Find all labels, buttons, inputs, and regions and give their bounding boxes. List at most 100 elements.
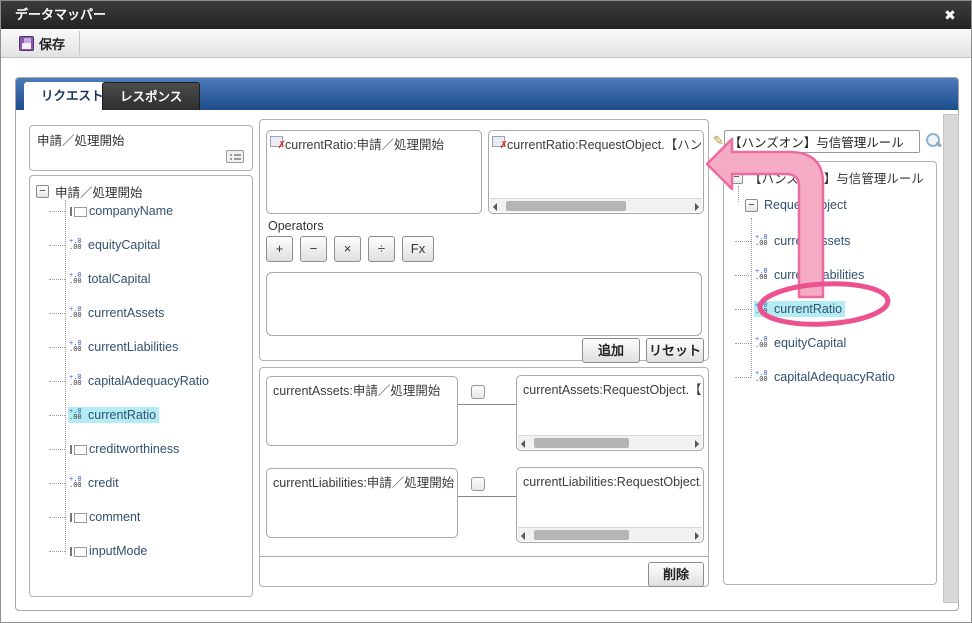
source-field-box[interactable]: 申請／処理開始 [29,125,253,171]
string-field-icon [69,206,87,217]
scrollbar-thumb[interactable] [506,201,626,211]
tree-item[interactable]: +.0.00 currentAssets [735,224,934,258]
mapping-source-text: currentAssets:申請／処理開始 [273,384,441,398]
close-icon[interactable]: ✖ [939,1,961,29]
tree-item[interactable]: +.0.00 currentRatio [49,398,250,432]
tree-branch-line [49,380,65,382]
delete-button[interactable]: 削除 [648,562,704,587]
number-field-icon: +.0.00 [755,267,768,282]
mapping-checkbox[interactable] [471,477,485,491]
tree-item[interactable]: +.0.00 currentLiabilities [49,330,250,364]
tree-item[interactable]: +.0.00 capitalAdequacyRatio [735,360,934,394]
operators-row: + − × ÷ Fx [266,236,434,262]
horizontal-scrollbar[interactable] [518,527,702,541]
tree-item[interactable]: +.0.00 currentRatio [735,292,934,326]
tree-item[interactable]: +.0.00 credit [49,466,250,500]
form-icon[interactable] [226,150,244,163]
tree-branch-line [49,244,65,246]
tree-item-label: credit [88,476,119,490]
formula-target-box[interactable]: ✗ currentRatio:RequestObject.【ハンズオ [488,130,704,214]
mapping-source-text: currentLiabilities:申請／処理開始 [273,476,455,490]
tree-branch-line [49,550,65,552]
tree-item-label: currentAssets [88,306,165,320]
pencil-icon[interactable]: ✎ [713,133,724,149]
tree-item[interactable]: creditworthiness [49,432,250,466]
operator-button[interactable]: + [266,236,293,262]
add-button[interactable]: 追加 [582,338,640,363]
tree-item-label: currentRatio [774,302,843,316]
scroll-left-arrow-icon[interactable] [521,440,525,448]
scroll-right-arrow-icon[interactable] [695,203,699,211]
request-object-node[interactable]: − RequestObject [745,198,847,212]
tree-branch-line [49,346,65,348]
tree-item[interactable]: +.0.00 capitalAdequacyRatio [49,364,250,398]
save-button[interactable]: 保存 [11,32,73,54]
save-button-label: 保存 [39,36,66,52]
tree-item[interactable]: companyName [49,194,250,228]
mapping-source-box[interactable]: currentLiabilities:申請／処理開始 [266,468,458,538]
tree-item-label: currentAssets [774,234,851,248]
tree-item[interactable]: +.0.00 currentLiabilities [735,258,934,292]
collapse-minus-icon[interactable]: − [36,185,49,198]
tree-item[interactable]: +.0.00 equityCapital [49,228,250,262]
tree-item[interactable]: +.0.00 totalCapital [49,262,250,296]
operators-label: Operators [268,219,324,233]
collapse-minus-icon[interactable]: − [745,198,758,212]
tree-item[interactable]: inputMode [49,534,250,568]
tree-item-label: currentLiabilities [774,268,865,282]
number-field-icon: +.0.00 [69,407,82,422]
mapping-source-box[interactable]: currentAssets:申請／処理開始 [266,376,458,446]
tree-item[interactable]: +.0.00 currentAssets [49,296,250,330]
mapping-target-box[interactable]: currentAssets:RequestObject.【ハン [516,375,704,451]
tree-branch-line [735,376,751,378]
number-field-icon: +.0.00 [755,335,768,350]
mapping-row: currentLiabilities:申請／処理開始 currentLiabil… [260,467,708,547]
string-field-icon [69,546,87,557]
scroll-gutter [943,114,959,603]
scroll-right-arrow-icon[interactable] [695,532,699,540]
tree-item-label: creditworthiness [89,442,180,456]
operator-button[interactable]: − [300,236,327,262]
mapping-box-icon: ✗ [270,136,286,151]
operator-button[interactable]: × [334,236,361,262]
tree-item-label: equityCapital [774,336,847,350]
operator-button[interactable]: Fx [402,236,434,262]
rule-tree-root-label: 【ハンズオン】与信管理ルール [749,172,924,186]
number-field-icon: +.0.00 [755,369,768,384]
horizontal-scrollbar[interactable] [490,198,702,212]
horizontal-scrollbar[interactable] [518,435,702,449]
tree-branch-line [735,240,751,242]
scroll-left-arrow-icon[interactable] [493,203,497,211]
tree-branch-line [49,278,65,280]
connector-line [458,404,516,405]
tree-item[interactable]: comment [49,500,250,534]
formula-source-text: currentRatio:申請／処理開始 [285,138,445,152]
mapping-target-box[interactable]: currentLiabilities:RequestObject.【ハ [516,467,704,543]
operator-button[interactable]: ÷ [368,236,395,262]
number-field-icon: +.0.00 [69,373,82,388]
expression-box[interactable] [266,272,702,336]
tree-item-label: inputMode [89,544,148,558]
mapping-target-text: currentAssets:RequestObject.【ハン [523,383,701,397]
scroll-left-arrow-icon[interactable] [521,532,525,540]
tree-guide-line [738,186,739,202]
mapping-row: currentAssets:申請／処理開始 currentAssets:Requ… [260,375,708,455]
number-field-icon: +.0.00 [69,271,82,286]
formula-source-box[interactable]: ✗ currentRatio:申請／処理開始 [266,130,482,214]
reset-button[interactable]: リセット [646,338,704,363]
scrollbar-thumb[interactable] [534,530,629,540]
tree-item[interactable]: +.0.00 equityCapital [735,326,934,360]
tab-response[interactable]: レスポンス [102,82,201,110]
tree-branch-line [49,482,65,484]
scroll-right-arrow-icon[interactable] [695,440,699,448]
mapping-checkbox[interactable] [471,385,485,399]
mapping-target-text: currentLiabilities:RequestObject.【ハ [523,475,701,489]
tree-item-label: equityCapital [88,238,161,252]
scrollbar-thumb[interactable] [534,438,629,448]
tree-branch-line [49,448,65,450]
rule-tree-root[interactable]: − 【ハンズオン】与信管理ルール [730,168,924,187]
rule-search-input[interactable] [724,130,920,153]
search-icon[interactable] [925,132,943,150]
collapse-minus-icon[interactable]: − [730,171,743,184]
formula-panel: ✗ currentRatio:申請／処理開始 ✗ currentRatio:Re… [259,119,709,363]
